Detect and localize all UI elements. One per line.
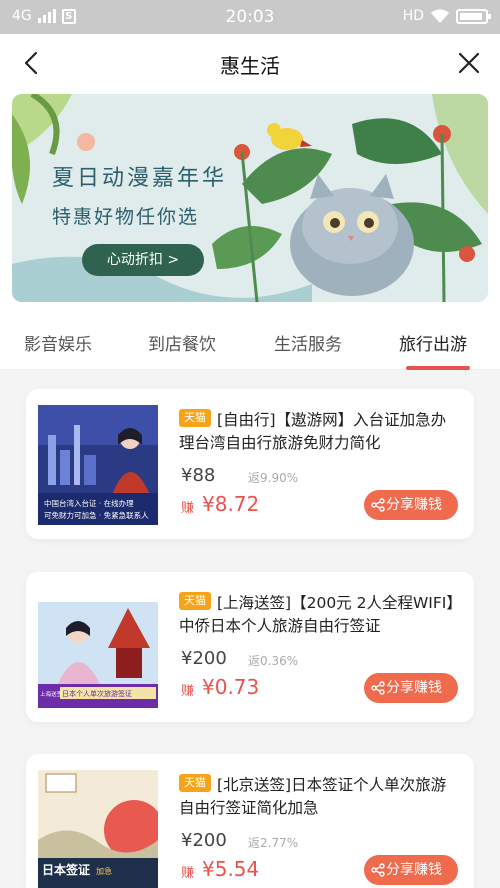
promo-banner[interactable]: 夏日动漫嘉年华 特惠好物任你选 心动折扣 >	[12, 94, 488, 302]
earn-amount: ¥0.73	[202, 675, 260, 699]
nav-bar: 惠生活	[0, 34, 500, 92]
thumb-caption: 日本签证	[42, 862, 90, 877]
category-tabs: 影音娱乐 到店餐饮 生活服务 旅行出游	[0, 314, 500, 370]
product-title: [上海送签]【200元 2人全程WIFI】中侨日本个人旅游自由行签证	[179, 594, 455, 635]
earn-label: 赚	[181, 501, 195, 516]
product-thumbnail: 中国台湾入台证 · 在线办理 可免财力可加急 · 免紧急联系人	[38, 405, 158, 525]
product-thumbnail: 日本个人单次旅游签证 上海送签	[38, 588, 158, 708]
share-icon	[371, 498, 385, 512]
page-title: 惠生活	[220, 54, 280, 78]
rebate-rate: 返2.77%	[248, 836, 299, 850]
product-price: ¥88	[181, 465, 216, 486]
share-label: 分享赚钱	[386, 680, 442, 696]
close-icon[interactable]	[454, 48, 484, 78]
wifi-icon	[431, 9, 449, 23]
product-thumbnail: 日本签证 加急	[38, 770, 158, 888]
product-price: ¥200	[181, 648, 227, 669]
tab-travel[interactable]: 旅行出游	[399, 330, 467, 355]
tab-life-services[interactable]: 生活服务	[274, 330, 342, 355]
share-earn-button[interactable]: 分享赚钱	[364, 855, 458, 885]
banner-headline: 夏日动漫嘉年华	[52, 166, 228, 191]
thumb-caption: 加急	[96, 866, 112, 876]
share-label: 分享赚钱	[386, 497, 442, 513]
tab-entertainment[interactable]: 影音娱乐	[24, 330, 92, 355]
thumb-caption: 上海送签	[40, 690, 63, 698]
earn-label: 赚	[181, 684, 195, 699]
share-icon	[371, 681, 385, 695]
product-card[interactable]: 日本个人单次旅游签证 上海送签 [上海送签]【200元 2人全程WIFI】中侨日…	[26, 572, 474, 722]
product-title: [北京送签]日本签证个人单次旅游自由行签证简化加急	[179, 776, 447, 817]
banner-subline: 特惠好物任你选	[52, 206, 200, 228]
hd-label: HD	[402, 8, 424, 24]
share-earn-button[interactable]: 分享赚钱	[364, 490, 458, 520]
product-price: ¥200	[181, 830, 227, 851]
tmall-badge: 天猫	[179, 592, 211, 610]
thumb-caption: 可免财力可加急 · 免紧急联系人	[44, 510, 149, 520]
earn-amount: ¥8.72	[202, 492, 260, 516]
banner-cta-button[interactable]: 心动折扣 >	[82, 244, 204, 276]
product-card[interactable]: 日本签证 加急 [北京送签]日本签证个人单次旅游自由行签证简化加急 天猫 ¥20…	[26, 754, 474, 888]
rebate-rate: 返9.90%	[248, 471, 299, 485]
product-title: [自由行]【遨游网】入台证加急办理台湾自由行旅游免财力简化	[179, 411, 447, 452]
thumb-caption: 日本个人单次旅游签证	[62, 689, 132, 698]
share-label: 分享赚钱	[386, 862, 442, 878]
tab-dining[interactable]: 到店餐饮	[148, 330, 216, 355]
share-earn-button[interactable]: 分享赚钱	[364, 673, 458, 703]
tmall-badge: 天猫	[179, 409, 211, 427]
product-card[interactable]: 中国台湾入台证 · 在线办理 可免财力可加急 · 免紧急联系人 [自由行]【遨游…	[26, 389, 474, 539]
earn-amount: ¥5.54	[202, 857, 260, 881]
banner-section: 夏日动漫嘉年华 特惠好物任你选 心动折扣 >	[0, 92, 500, 314]
share-icon	[371, 863, 385, 877]
banner-illustration	[12, 94, 488, 302]
tmall-badge: 天猫	[179, 774, 211, 792]
earn-label: 赚	[181, 866, 195, 881]
status-bar: 4G S 20:03 HD	[0, 0, 500, 34]
thumb-caption: 中国台湾入台证 · 在线办理	[44, 498, 134, 508]
battery-icon	[456, 8, 491, 24]
active-tab-indicator	[406, 366, 470, 370]
rebate-rate: 返0.36%	[248, 654, 299, 668]
